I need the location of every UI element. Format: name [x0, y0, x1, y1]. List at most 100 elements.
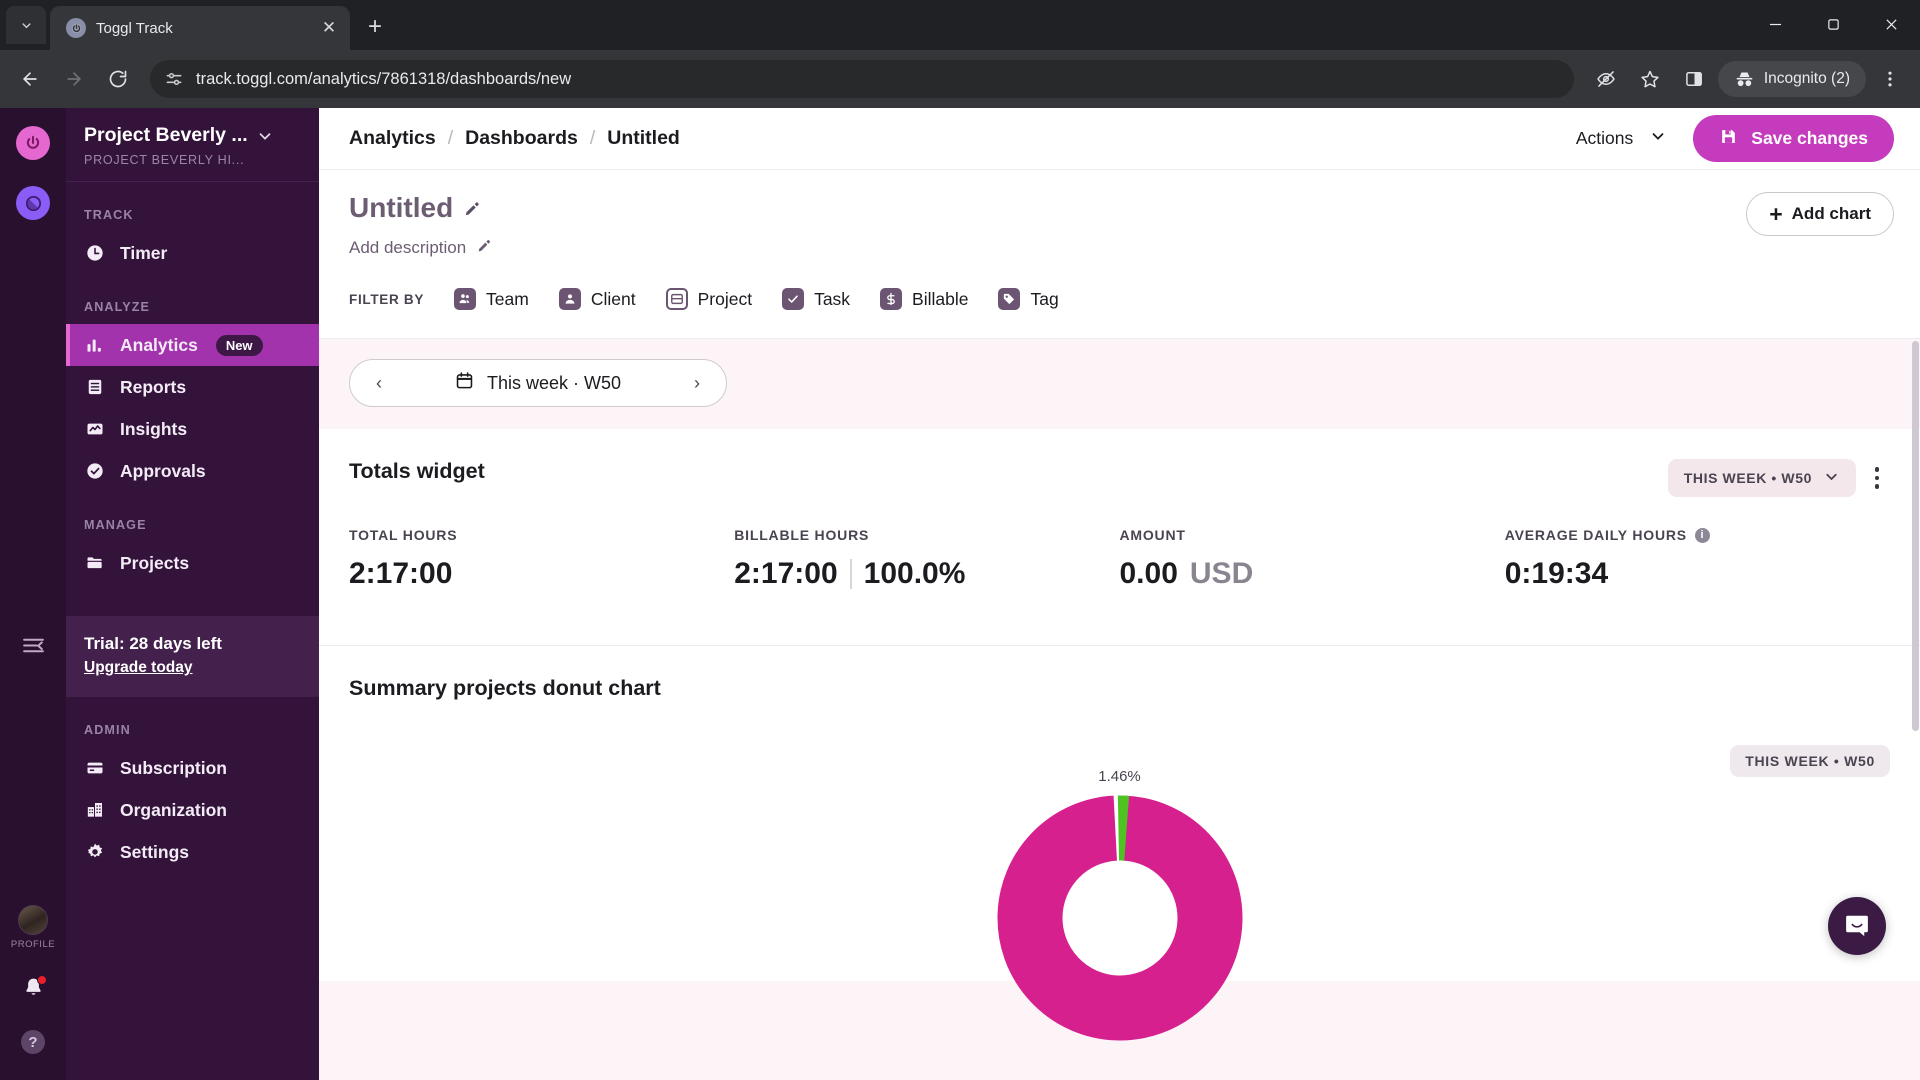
edit-pencil-icon[interactable] — [464, 200, 481, 217]
filter-chip-label: Project — [697, 288, 753, 309]
toggl-logo-icon — [66, 18, 86, 38]
address-bar[interactable]: track.toggl.com/analytics/7861318/dashbo… — [150, 60, 1574, 98]
breadcrumb-dashboards[interactable]: Dashboards — [465, 127, 578, 150]
filter-chip-billable[interactable]: Billable — [868, 282, 980, 316]
dashboard-title-text: Untitled — [349, 192, 454, 223]
widget-period-label: THIS WEEK • W50 — [1683, 470, 1812, 486]
stat-label: AMOUNT — [1119, 527, 1186, 543]
maximize-icon[interactable] — [1804, 0, 1862, 48]
topbar-actions: Actions Save changes — [1572, 115, 1894, 162]
stat-value: 2:17:00 — [349, 557, 453, 590]
sidebar-item-organization[interactable]: Organization — [66, 789, 319, 831]
filter-chip-team[interactable]: Team — [442, 282, 541, 316]
filter-chip-project[interactable]: Project — [654, 282, 764, 316]
nav-section-admin: ADMIN Subscription Organization Settings — [66, 723, 319, 873]
sidebar-item-settings[interactable]: Settings — [66, 831, 319, 873]
sidebar-item-projects[interactable]: Projects — [66, 542, 319, 584]
filter-chip-task[interactable]: Task — [770, 282, 862, 316]
site-settings-icon[interactable] — [164, 69, 184, 89]
sidebar-item-insights[interactable]: Insights — [66, 408, 319, 450]
sidebar-item-timer[interactable]: Timer — [66, 232, 319, 274]
close-window-icon[interactable] — [1862, 0, 1920, 48]
add-description-button[interactable]: Add description — [349, 238, 492, 258]
sidebar-item-label: Approvals — [120, 460, 206, 481]
sidebar-divider — [66, 181, 319, 182]
actions-dropdown[interactable]: Actions — [1572, 121, 1671, 156]
date-range-value-group[interactable]: This week · W50 — [394, 371, 682, 395]
filter-bar: FILTER BY Team Client Project Task Billa… — [319, 276, 1920, 339]
add-chart-label: Add chart — [1791, 204, 1871, 223]
bell-icon[interactable] — [22, 975, 47, 1004]
page-title[interactable]: Untitled — [349, 192, 492, 224]
dashboard-content: ‹ This week · W50 › Totals widget THIS W… — [319, 339, 1920, 1080]
sidebar: Project Beverly ... PROJECT BEVERLY HI..… — [66, 108, 319, 1080]
check-square-icon — [782, 288, 805, 310]
chat-bubble-icon[interactable] — [1828, 897, 1886, 955]
summary-projects-donut-chart[interactable] — [995, 793, 1245, 1043]
eye-off-icon[interactable] — [1586, 59, 1626, 99]
add-chart-button[interactable]: + Add chart — [1746, 192, 1894, 236]
back-arrow-icon[interactable] — [10, 59, 50, 99]
edit-pencil-icon[interactable] — [477, 238, 492, 258]
browser-tab[interactable]: Toggl Track ✕ — [50, 6, 350, 50]
minimize-icon[interactable] — [1746, 0, 1804, 48]
reload-icon[interactable] — [98, 59, 138, 99]
bar-chart-icon — [84, 334, 106, 356]
donut-slice-label: 1.46% — [1098, 768, 1141, 785]
stat-value-group: 2:17:00 — [349, 557, 734, 591]
profile-incognito-button[interactable]: Incognito (2) — [1717, 61, 1866, 97]
workspace-switcher[interactable]: Project Beverly ... PROJECT BEVERLY HI..… — [66, 108, 319, 181]
donut-widget: Summary projects donut chart THIS WEEK •… — [319, 646, 1920, 1041]
filter-chip-label: Tag — [1030, 288, 1059, 309]
breadcrumb-analytics[interactable]: Analytics — [349, 127, 436, 150]
project-folder-icon — [665, 288, 688, 310]
info-icon[interactable]: i — [1694, 527, 1710, 543]
filter-chip-client[interactable]: Client — [547, 282, 648, 316]
folder-icon — [84, 552, 106, 574]
sidebar-item-label: Organization — [120, 799, 227, 820]
help-icon[interactable]: ? — [21, 1030, 45, 1054]
date-range-picker[interactable]: ‹ This week · W50 › — [349, 359, 727, 407]
upgrade-link[interactable]: Upgrade today — [84, 659, 193, 677]
prev-period-button[interactable]: ‹ — [364, 373, 394, 394]
plus-icon: + — [1769, 200, 1783, 227]
sidebar-item-reports[interactable]: Reports — [66, 366, 319, 408]
add-description-label: Add description — [349, 238, 467, 257]
breadcrumb-untitled[interactable]: Untitled — [607, 127, 680, 150]
workspace-subtitle: PROJECT BEVERLY HI... — [84, 153, 245, 167]
forward-arrow-icon[interactable] — [54, 59, 94, 99]
widget-period-selector[interactable]: THIS WEEK • W50 — [1667, 459, 1856, 497]
widget-more-menu[interactable] — [1864, 459, 1890, 497]
insights-icon — [84, 418, 106, 440]
workspace-name: Project Beverly ... — [84, 124, 248, 146]
next-period-button[interactable]: › — [682, 373, 712, 394]
stat-billable-hours: BILLABLE HOURS 2:17:00 100.0% — [734, 527, 1119, 591]
toggl-track-logo[interactable] — [16, 186, 50, 220]
stat-value-group: 0.00 USD — [1120, 557, 1505, 591]
stat-divider — [849, 559, 852, 589]
stat-label: AVERAGE DAILY HOURS — [1504, 527, 1687, 543]
sidebar-item-label: Subscription — [120, 757, 227, 778]
tab-search-chevron-icon[interactable] — [6, 6, 46, 44]
sidebar-item-subscription[interactable]: Subscription — [66, 747, 319, 789]
vertical-scrollbar[interactable] — [1911, 339, 1920, 1080]
nav-section-analyze: ANALYZE Analytics New Reports Insights A… — [66, 300, 319, 492]
profile-avatar-button[interactable]: PROFILE — [11, 905, 55, 950]
sidebar-item-approvals[interactable]: Approvals — [66, 450, 319, 492]
scrollbar-thumb[interactable] — [1912, 341, 1919, 731]
side-panel-icon[interactable] — [1674, 59, 1714, 99]
collapse-sidebar-icon[interactable] — [21, 633, 46, 663]
star-icon[interactable] — [1630, 59, 1670, 99]
main-content: Analytics / Dashboards / Untitled Action… — [319, 108, 1920, 1080]
stat-average-daily-hours: AVERAGE DAILY HOURS i 0:19:34 — [1505, 527, 1890, 591]
three-dot-menu-icon[interactable] — [1870, 59, 1910, 99]
date-range-row: ‹ This week · W50 › — [319, 339, 1920, 429]
filter-chip-tag[interactable]: Tag — [986, 282, 1070, 316]
close-icon[interactable]: ✕ — [318, 17, 340, 39]
save-changes-button[interactable]: Save changes — [1693, 115, 1894, 162]
calendar-icon — [455, 371, 474, 395]
toggl-power-logo[interactable] — [16, 126, 50, 160]
chevron-down-icon[interactable] — [256, 127, 274, 145]
sidebar-item-analytics[interactable]: Analytics New — [66, 324, 319, 366]
new-tab-button[interactable]: + — [358, 10, 392, 44]
